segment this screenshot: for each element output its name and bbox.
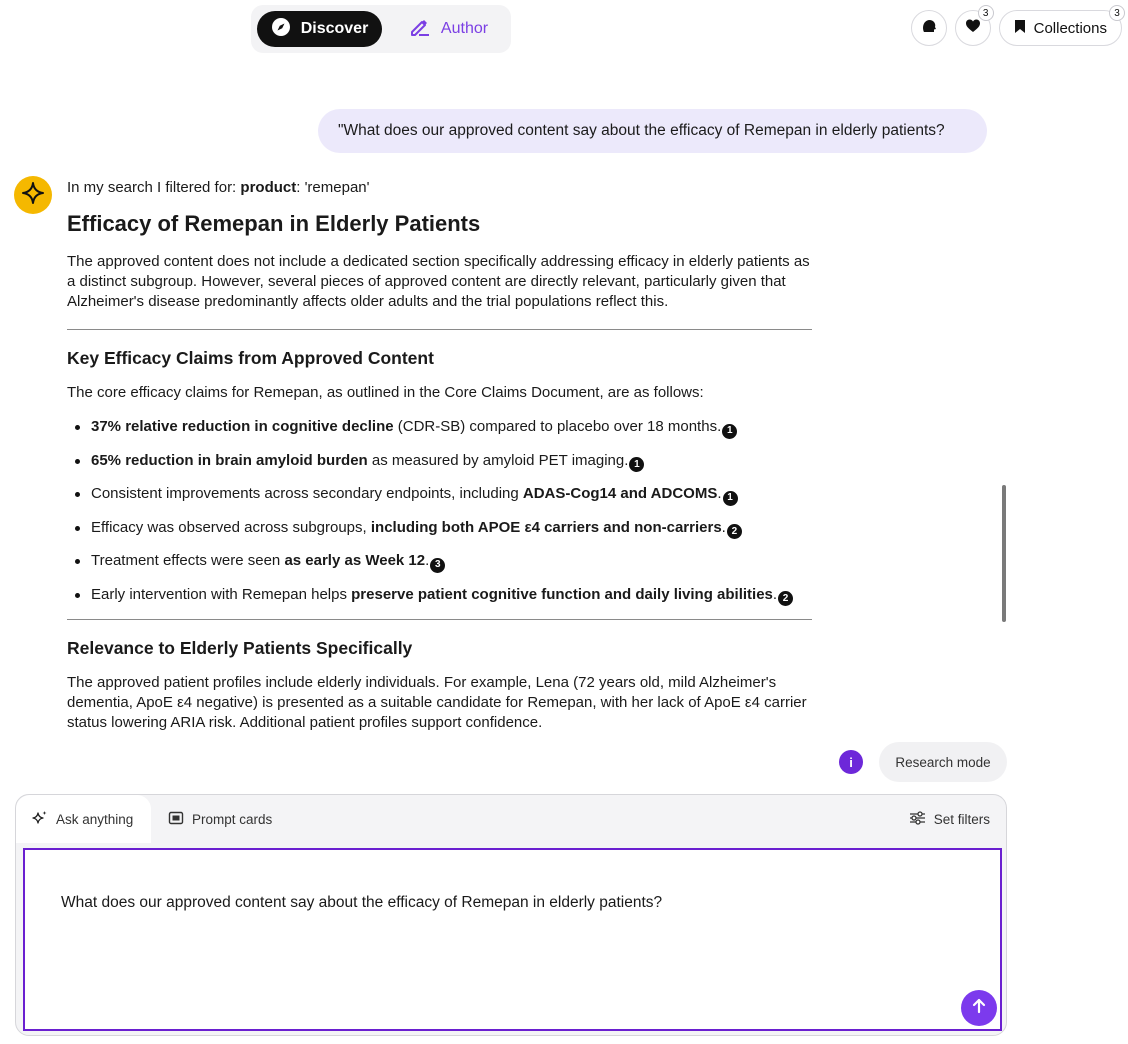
sliders-icon (909, 810, 926, 829)
collections-button[interactable]: Collections 3 (998, 5, 1125, 46)
arrow-up-icon (970, 997, 988, 1020)
tab-ask-anything[interactable]: Ask anything (16, 795, 151, 843)
divider (67, 329, 812, 330)
mode-toggle: Discover Author (251, 5, 511, 53)
section-heading: Relevance to Elderly Patients Specifical… (67, 638, 413, 658)
answer-intro: The approved content does not include a … (67, 253, 810, 310)
filter-value: : 'remepan' (296, 179, 370, 196)
user-message: "What does our approved content say abou… (318, 109, 987, 153)
citation-marker[interactable]: 2 (726, 524, 742, 539)
sparkle-icon (21, 181, 45, 210)
author-label: Author (440, 20, 489, 37)
section-heading: Key Efficacy Claims from Approved Conten… (67, 348, 434, 368)
set-filters-button[interactable]: Set filters (909, 795, 990, 843)
assistant-answer: In my search I filtered for: product: 'r… (67, 178, 812, 730)
tab-prompt-cards[interactable]: Prompt cards (168, 795, 272, 843)
citation-marker[interactable]: 3 (430, 557, 446, 573)
list-item: Efficacy was observed across subgroups, … (67, 518, 812, 539)
assistant-avatar (14, 176, 52, 214)
composer: Ask anything Prompt cards Set filters Wh… (15, 794, 1007, 1036)
section-intro: The core efficacy claims for Remepan, as… (67, 384, 704, 401)
answer-title: Efficacy of Remepan in Elderly Patients (67, 211, 481, 236)
list-item: 37% relative reduction in cognitive decl… (67, 417, 812, 439)
list-item: Consistent improvements across secondary… (67, 484, 812, 506)
list-item: Early intervention with Remepan helps pr… (67, 585, 812, 606)
filter-summary: In my search I filtered for: product: 'r… (67, 179, 370, 196)
collections-count-badge: 3 (1109, 5, 1125, 21)
section-text: The approved patient profiles include el… (67, 674, 807, 730)
tab-ask-label: Ask anything (56, 811, 134, 827)
set-filters-label: Set filters (933, 811, 990, 827)
sparkles-icon (32, 810, 48, 829)
compass-icon (271, 17, 291, 42)
citation-marker[interactable]: 1 (722, 423, 738, 439)
list-item: 65% reduction in brain amyloid burden as… (67, 451, 812, 472)
claims-list: 37% relative reduction in cognitive decl… (67, 417, 812, 606)
heart-icon (965, 18, 981, 39)
send-button[interactable] (961, 990, 997, 1026)
info-icon[interactable]: i (839, 750, 863, 774)
collections-label: Collections (1033, 19, 1107, 37)
citation-marker[interactable]: 1 (629, 457, 645, 472)
citation-marker[interactable]: 1 (722, 490, 738, 506)
citation-marker[interactable]: 2 (778, 591, 794, 606)
head-icon (920, 17, 938, 40)
card-icon (168, 811, 184, 828)
profile-button[interactable] (910, 10, 947, 46)
likes-button[interactable]: 3 (954, 5, 994, 46)
header-actions: 3 Collections 3 (910, 5, 1125, 46)
bookmark-icon (1014, 19, 1026, 38)
pencil-icon (409, 17, 431, 42)
research-mode-button[interactable]: Research mode (879, 742, 1007, 782)
tab-prompt-label: Prompt cards (192, 811, 273, 827)
prompt-input-text: What does our approved content say about… (61, 894, 663, 911)
scrollbar[interactable] (1002, 485, 1006, 622)
divider (67, 619, 812, 620)
filter-key: product (240, 179, 297, 196)
list-item: Treatment effects were seen as early as … (67, 551, 812, 573)
author-button[interactable]: Author (391, 11, 506, 47)
discover-button[interactable]: Discover (257, 11, 382, 47)
discover-label: Discover (300, 20, 369, 37)
prompt-input[interactable]: What does our approved content say about… (23, 848, 1002, 1031)
likes-count-badge: 3 (977, 5, 994, 21)
